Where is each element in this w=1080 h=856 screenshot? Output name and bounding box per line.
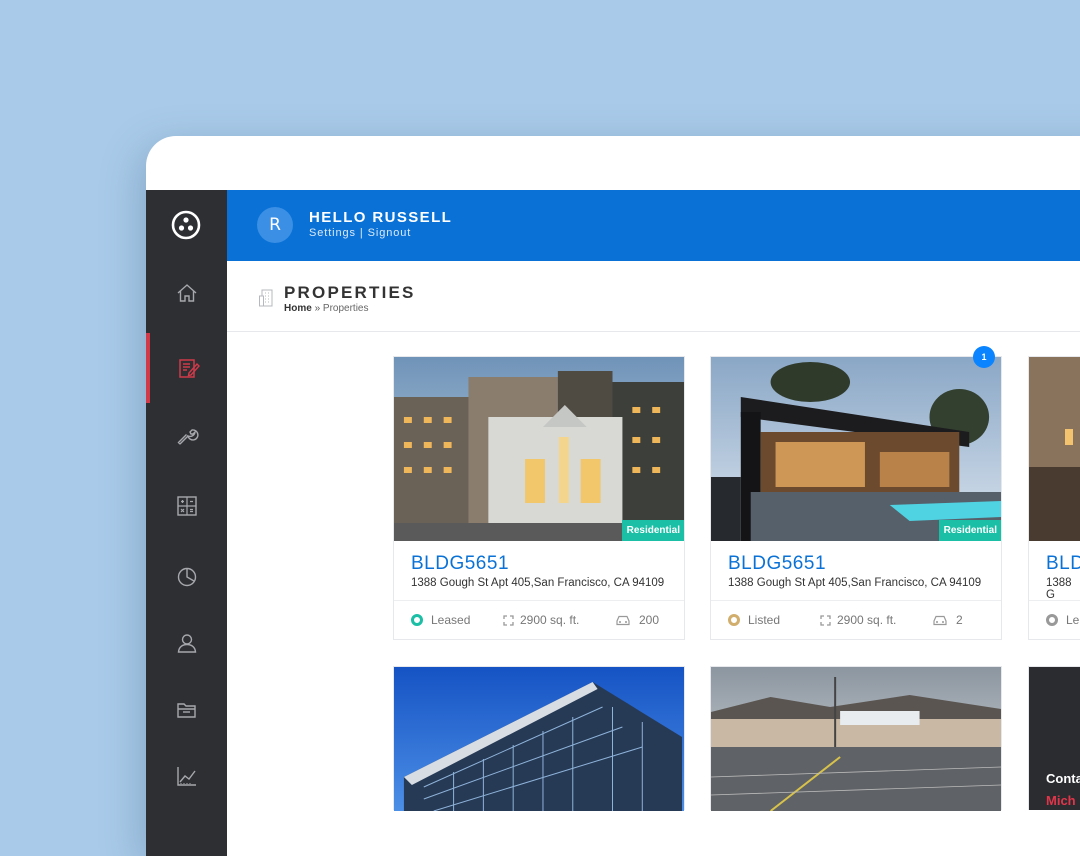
sidebar-item-documents[interactable]: [146, 677, 227, 743]
property-status: Le: [1046, 613, 1079, 627]
property-id[interactable]: BLDG5651: [411, 553, 509, 575]
status-dot-icon: [1046, 614, 1058, 626]
parking-value: 200: [639, 613, 660, 627]
sidebar-item-properties[interactable]: [146, 333, 227, 403]
property-type-tag: Residential: [621, 520, 684, 541]
property-image[interactable]: Residential: [394, 357, 684, 541]
status-dot-icon: [411, 614, 423, 626]
home-icon: [177, 284, 196, 302]
page-title: PROPERTIES: [284, 283, 416, 302]
sidebar: [146, 190, 227, 856]
property-parking: 200: [616, 613, 659, 627]
user-links: Settings | Signout: [309, 227, 411, 239]
status-label: Le: [1066, 613, 1080, 627]
area-value: 2900 sq. ft.: [837, 613, 897, 627]
property-area: 2900 sq. ft.: [503, 613, 579, 627]
link-separator: |: [359, 227, 364, 239]
property-stats: Leased 2900 sq. ft. 200: [394, 600, 684, 640]
contact-card[interactable]: [1028, 666, 1080, 810]
status-label: Listed: [748, 613, 781, 627]
property-image[interactable]: [1029, 357, 1080, 541]
folder-icon: [176, 703, 196, 718]
user-icon: [177, 634, 196, 653]
property-area: 2900 sq. ft.: [820, 613, 896, 627]
sidebar-item-maintenance[interactable]: [146, 403, 227, 469]
status-dot-icon: [728, 614, 740, 626]
property-id[interactable]: BLDG5651: [728, 553, 826, 575]
property-address: 1388 Gough St Apt 405,San Francisco, CA …: [728, 577, 982, 589]
page-header: PROPERTIES Home » Properties: [227, 261, 1080, 332]
breadcrumb-home[interactable]: Home: [284, 303, 312, 314]
property-image[interactable]: [711, 667, 1001, 811]
property-type-tag: Residential: [938, 520, 1001, 541]
settings-link[interactable]: Settings: [309, 227, 356, 239]
line-chart-icon: [176, 767, 196, 786]
contact-card-title: Conta: [1046, 771, 1080, 786]
avatar[interactable]: R: [257, 207, 293, 243]
property-card[interactable]: Residential BLDG5651 1388 Gough St Apt 4…: [393, 356, 685, 640]
property-stats: Le: [1029, 600, 1080, 639]
property-card[interactable]: [710, 666, 1002, 811]
car-icon: [616, 615, 630, 625]
edit-document-icon: [178, 359, 200, 378]
sidebar-item-users[interactable]: [146, 610, 227, 676]
greeting: HELLO RUSSELL: [309, 209, 453, 226]
property-parking: 2: [933, 613, 963, 627]
property-address: 1388 Gough St Apt 405,San Francisco, CA …: [411, 577, 665, 589]
notification-badge[interactable]: 1: [973, 346, 995, 368]
wrench-icon: [177, 429, 199, 445]
signout-link[interactable]: Signout: [368, 227, 412, 239]
pie-chart-icon: [177, 567, 196, 587]
expand-area-icon: [820, 614, 831, 626]
property-stats: Listed 2900 sq. ft. 2: [711, 600, 1001, 640]
property-card[interactable]: Residential BLDG5651 1388 Gough St Apt 4…: [710, 356, 1002, 640]
sidebar-item-reports[interactable]: [146, 544, 227, 610]
sidebar-item-accounting[interactable]: [146, 473, 227, 539]
status-label: Leased: [431, 613, 471, 627]
contact-card-name[interactable]: Mich: [1046, 793, 1076, 808]
property-status: Leased: [411, 613, 470, 627]
building-icon: [259, 289, 273, 307]
breadcrumb-separator: »: [314, 303, 321, 314]
breadcrumb: Home » Properties: [284, 303, 369, 314]
area-value: 2900 sq. ft.: [520, 613, 580, 627]
property-card[interactable]: BLD 1388 G Le: [1028, 356, 1080, 640]
sidebar-item-home[interactable]: [146, 260, 227, 326]
breadcrumb-current: Properties: [322, 303, 369, 314]
top-bar: R HELLO RUSSELL Settings | Signout: [227, 190, 1080, 261]
sidebar-item-analytics[interactable]: [146, 743, 227, 809]
app-logo-icon[interactable]: [170, 209, 202, 241]
property-image[interactable]: [394, 667, 684, 811]
calculator-icon: [176, 496, 197, 516]
property-card[interactable]: [393, 666, 685, 811]
property-id[interactable]: BLD: [1046, 553, 1080, 575]
property-status: Listed: [728, 613, 780, 627]
property-image[interactable]: Residential: [711, 357, 1001, 541]
expand-area-icon: [503, 614, 514, 626]
property-address: 1388 G: [1046, 577, 1072, 601]
parking-value: 2: [956, 613, 963, 627]
car-icon: [933, 615, 947, 625]
